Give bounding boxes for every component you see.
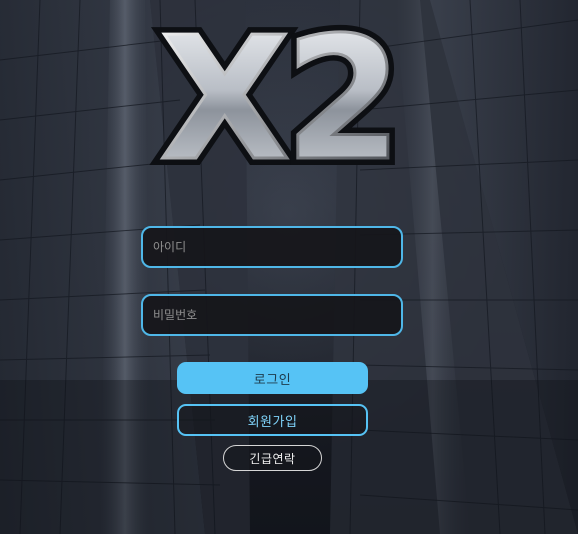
id-input[interactable]	[141, 226, 403, 268]
register-button[interactable]: 회원가입	[177, 404, 368, 436]
password-input[interactable]	[141, 294, 403, 336]
login-button-label: 로그인	[253, 372, 292, 388]
register-button-label: 회원가입	[247, 414, 298, 430]
x2-logo: X2 X2	[88, 0, 468, 206]
logo-text: X2	[159, 18, 396, 176]
emergency-contact-button[interactable]: 긴급연락	[223, 445, 322, 471]
login-button[interactable]: 로그인	[177, 362, 368, 394]
emergency-contact-label: 긴급연락	[249, 451, 296, 466]
